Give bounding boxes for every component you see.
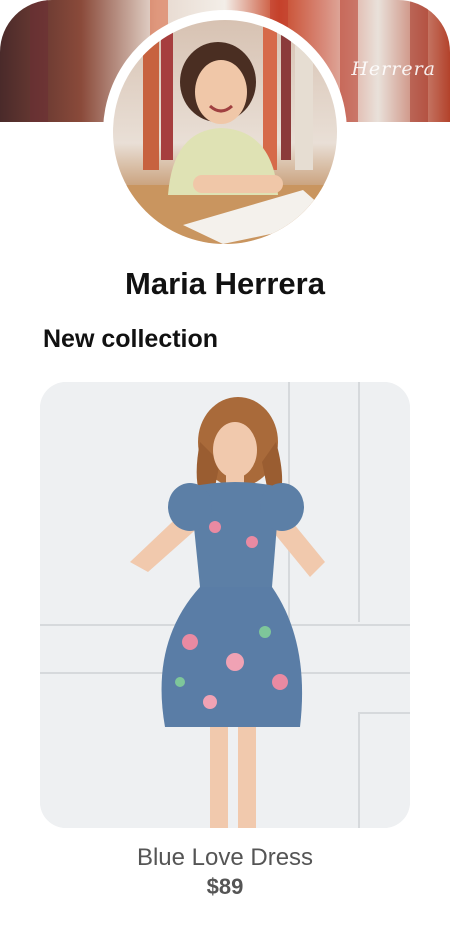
avatar-illustration bbox=[113, 20, 337, 244]
cover-signature: Herrera bbox=[351, 58, 436, 80]
avatar[interactable] bbox=[113, 20, 337, 244]
cover-garment bbox=[30, 0, 48, 122]
product-card[interactable] bbox=[40, 382, 410, 828]
product-title[interactable]: Blue Love Dress bbox=[0, 844, 450, 872]
section-title: New collection bbox=[43, 325, 219, 353]
product-price: $89 bbox=[206, 874, 244, 899]
product-image bbox=[40, 382, 410, 828]
profile-name: Maria Herrera bbox=[125, 266, 325, 301]
